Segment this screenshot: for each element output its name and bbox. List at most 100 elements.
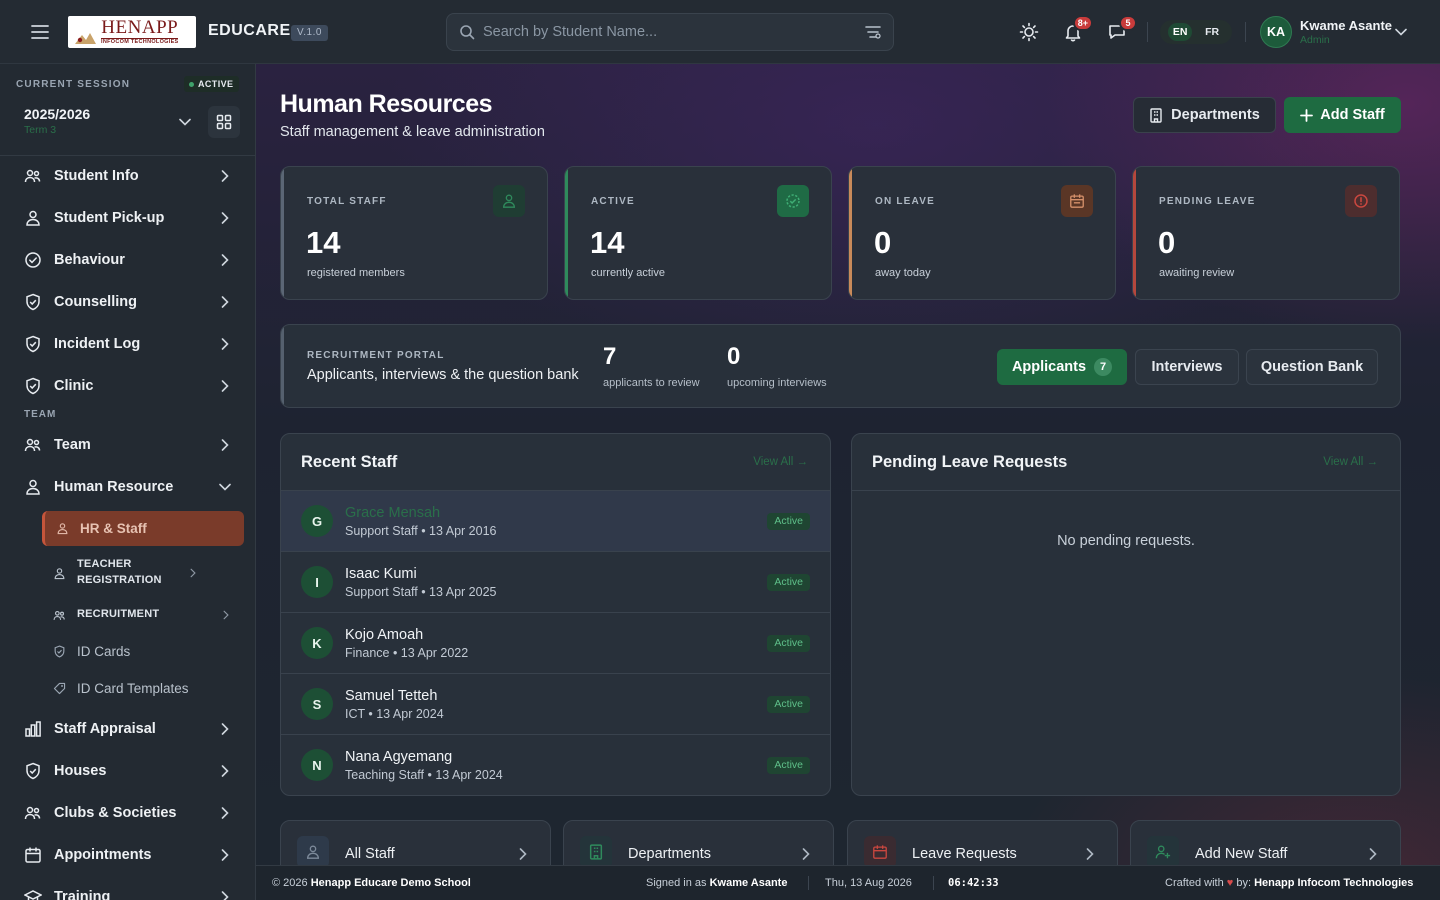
stat-card-pending-leave[interactable]: PENDING LEAVE 0 awaiting review <box>1132 166 1400 300</box>
apps-grid-button[interactable] <box>208 106 240 138</box>
sidebar-item-staff-appraisal[interactable]: Staff Appraisal <box>16 709 240 749</box>
lang-en[interactable]: EN <box>1167 23 1193 41</box>
table-row[interactable]: S Samuel Tetteh ICT • 13 Apr 2024 Active <box>281 674 830 735</box>
company-link[interactable]: Henapp Infocom Technologies <box>1254 877 1413 889</box>
sidebar-item-behaviour[interactable]: Behaviour <box>16 240 240 280</box>
sidebar-item-label: Student Pick-up <box>54 210 165 226</box>
tag-icon <box>52 681 66 695</box>
quick-link-label: Add New Staff <box>1195 846 1288 862</box>
sidebar-subitem-id-card-templates[interactable]: ID Card Templates <box>42 677 244 699</box>
applicants-button[interactable]: Applicants 7 <box>997 349 1127 385</box>
sidebar-item-training[interactable]: Training <box>16 877 240 900</box>
table-row[interactable]: I Isaac Kumi Support Staff • 13 Apr 2025… <box>281 552 830 613</box>
sidebar-item-student-pickup[interactable]: Student Pick-up <box>16 198 240 238</box>
sidebar-subitem-id-cards[interactable]: ID Cards <box>42 640 244 662</box>
status-badge: Active <box>767 635 810 652</box>
notifications-bell-icon[interactable]: 8+ <box>1059 15 1093 46</box>
logo-wordmark: HENAPP <box>101 17 179 40</box>
add-staff-button[interactable]: Add Staff <box>1284 97 1401 133</box>
bar-chart-icon <box>23 719 43 739</box>
users-icon <box>297 836 329 865</box>
signed-in-user: Kwame Asante <box>709 877 788 889</box>
interviews-button[interactable]: Interviews <box>1135 349 1239 385</box>
menu-icon[interactable] <box>26 18 54 46</box>
panel-title: Recent Staff <box>301 453 398 471</box>
messages-chat-icon[interactable]: 5 <box>1103 15 1137 46</box>
sidebar-item-counselling[interactable]: Counselling <box>16 282 240 322</box>
footer-signed-in: Signed in as Kwame Asante <box>646 877 787 889</box>
logo-mark-icon <box>72 18 98 46</box>
sidebar-item-label: Houses <box>54 763 107 779</box>
table-row[interactable]: G Grace Mensah Support Staff • 13 Apr 20… <box>281 491 830 552</box>
school-name: Henapp Educare Demo School <box>310 877 471 889</box>
shield-icon <box>23 292 43 312</box>
language-switcher[interactable]: EN FR <box>1160 20 1232 44</box>
quick-link-leave-requests[interactable]: Leave Requests <box>847 820 1118 865</box>
view-all-staff-link[interactable]: View All → <box>753 456 808 468</box>
company-logo[interactable]: HENAPP INFOCOM TECHNOLOGIES <box>68 16 196 48</box>
session-panel: CURRENT SESSION ACTIVE 2025/2026 Term 3 <box>0 64 255 156</box>
quick-link-all-staff[interactable]: All Staff <box>280 820 551 865</box>
stat-card-active[interactable]: ACTIVE 14 currently active <box>564 166 832 300</box>
user-name[interactable]: Kwame Asante <box>1300 18 1392 33</box>
table-row[interactable]: N Nana Agyemang Teaching Staff • 13 Apr … <box>281 735 830 795</box>
student-search[interactable] <box>446 13 894 51</box>
sidebar-subitem-label: ID Cards <box>77 643 131 659</box>
check-badge-icon <box>777 185 809 217</box>
calendar-icon <box>864 836 896 865</box>
user-avatar[interactable]: KA <box>1260 16 1292 48</box>
sidebar-subitem-teacher-registration[interactable]: TEACHER REGISTRATION <box>42 556 244 590</box>
sidebar-item-appointments[interactable]: Appointments <box>16 835 240 875</box>
footer: © 2026 Henapp Educare Demo School Signed… <box>256 865 1440 900</box>
filter-icon[interactable] <box>865 25 881 39</box>
question-bank-button[interactable]: Question Bank <box>1246 349 1378 385</box>
sidebar-item-student-info[interactable]: Student Info <box>16 156 240 196</box>
recruitment-subtitle: Applicants, interviews & the question ba… <box>307 367 579 383</box>
sidebar-item-houses[interactable]: Houses <box>16 751 240 791</box>
empty-state-text: No pending requests. <box>1057 533 1195 549</box>
staff-name: Samuel Tetteh <box>345 688 438 704</box>
sidebar-item-incident-log[interactable]: Incident Log <box>16 324 240 364</box>
recruitment-label: RECRUITMENT PORTAL <box>307 350 445 361</box>
building-icon <box>580 836 612 865</box>
stat-card-total-staff[interactable]: TOTAL STAFF 14 registered members <box>280 166 548 300</box>
avatar: K <box>301 627 333 659</box>
theme-toggle-sun-icon[interactable] <box>1015 18 1043 46</box>
sidebar-item-label: Staff Appraisal <box>54 721 156 737</box>
copyright-year: © 2026 <box>272 877 308 889</box>
sidebar-subitem-recruitment[interactable]: RECRUITMENT <box>42 604 244 626</box>
users-icon <box>52 608 66 622</box>
notifications-badge: 8+ <box>1072 15 1093 31</box>
stat-value: 14 <box>590 225 625 260</box>
shield-icon <box>23 761 43 781</box>
view-all-leave-link[interactable]: View All → <box>1323 456 1378 468</box>
sidebar-item-clubs-societies[interactable]: Clubs & Societies <box>16 793 240 833</box>
recruitment-portal: RECRUITMENT PORTAL Applicants, interview… <box>280 324 1401 408</box>
avatar: G <box>301 505 333 537</box>
staff-meta: Support Staff • 13 Apr 2025 <box>345 585 497 599</box>
building-icon <box>1149 107 1163 123</box>
sidebar-item-label: Student Info <box>54 168 139 184</box>
quick-link-add-new-staff[interactable]: Add New Staff <box>1130 820 1401 865</box>
lang-fr[interactable]: FR <box>1200 23 1224 41</box>
session-label: CURRENT SESSION <box>16 79 131 90</box>
session-chevron-down-icon[interactable] <box>177 114 193 130</box>
session-year[interactable]: 2025/2026 <box>24 106 90 122</box>
sidebar-item-clinic[interactable]: Clinic <box>16 366 240 406</box>
alert-circle-icon <box>1345 185 1377 217</box>
sidebar-item-human-resource[interactable]: Human Resource <box>16 467 240 507</box>
sidebar-item-team[interactable]: Team <box>16 425 240 465</box>
quick-link-departments[interactable]: Departments <box>563 820 834 865</box>
app-brand: EDUCARE <box>208 22 291 39</box>
topbar-divider <box>1147 22 1148 42</box>
search-input[interactable] <box>483 24 865 40</box>
departments-button[interactable]: Departments <box>1133 97 1276 133</box>
sidebar-subitem-hr-staff[interactable]: HR & Staff <box>42 511 244 546</box>
staff-name: Grace Mensah <box>345 505 441 521</box>
chevron-down-icon[interactable] <box>1394 25 1408 39</box>
table-row[interactable]: K Kojo Amoah Finance • 13 Apr 2022 Activ… <box>281 613 830 674</box>
status-dot <box>189 81 194 87</box>
chevron-right-icon <box>799 847 813 861</box>
stat-card-on-leave[interactable]: ON LEAVE 0 away today <box>848 166 1116 300</box>
sidebar-item-label: Clinic <box>54 378 94 394</box>
